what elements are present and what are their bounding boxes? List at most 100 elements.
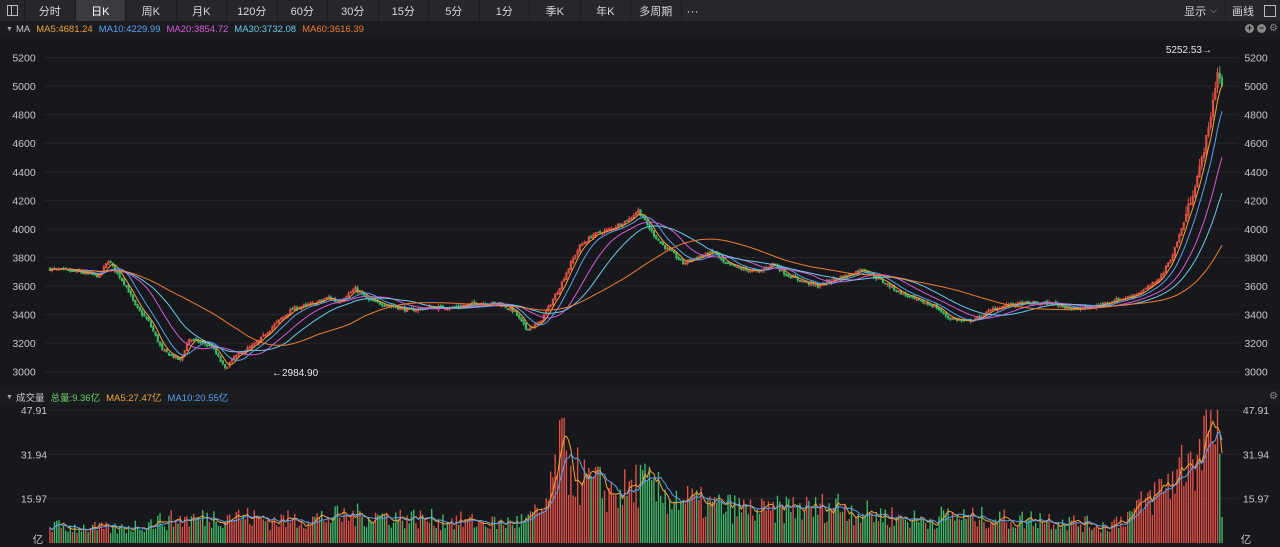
volume-bar [381,513,383,543]
price-chart[interactable]: 3000 3000 3200 3200 3400 3400 3600 3600 3800 3800… [0,37,1280,388]
collapse-triangle-icon[interactable]: ▼ [6,26,13,33]
volume-bar [58,520,60,543]
volume-bar [601,498,604,543]
volume-bar [148,522,150,543]
candle-body [506,308,510,311]
volume-bar [255,516,258,543]
volume-bar [875,514,877,543]
volume-bar [1100,532,1102,543]
volume-bar [720,500,723,543]
candle-body [673,250,676,254]
volume-bar [929,518,931,543]
volume-bar [668,499,671,543]
tab-period[interactable]: 60分 [278,0,328,21]
volume-bar [197,516,199,543]
volume-bar [981,506,983,543]
y-tick-right: 4400 [1244,167,1268,179]
candle-body [149,321,153,328]
gear-icon[interactable]: ⚙ [1269,392,1278,402]
tab-period[interactable]: 周K [126,0,177,21]
tab-period[interactable]: 年K [581,0,631,21]
chevron-down-icon[interactable]: ⌵ [1210,5,1217,16]
tab-period[interactable]: 30分 [328,0,379,21]
candle-body [304,303,308,306]
candle-body [670,249,674,252]
candle-body [291,308,294,311]
tab-period[interactable]: 1分 [480,0,530,21]
volume-bar [747,514,749,543]
volume-bar [311,516,314,543]
volume-bar [1140,491,1142,543]
volume-bar [653,477,655,543]
tab-period[interactable]: 多周期 [631,0,682,21]
volume-bar [273,516,276,543]
candle-body [740,267,743,270]
panel-toggle-icon[interactable] [1264,4,1276,17]
volume-bar [947,508,949,543]
volume-bar [154,528,157,543]
volume-bar [554,454,556,543]
volume-bar [936,527,938,543]
price-legend: ▼ MA MA5:4681.24 MA10:4229.99 MA20:3854.72… [0,21,1280,37]
candle-body [1063,306,1066,309]
candle-body [1218,72,1221,79]
volume-bar [534,504,536,543]
volume-bar [839,512,842,543]
volume-bar [170,510,172,543]
sidebar-toggle-icon[interactable] [0,0,25,21]
candle-body [861,269,864,272]
volume-bar [1216,410,1219,543]
volume-chart[interactable]: 47.91 47.91 31.94 31.94 15.97 15.97 亿 亿 [0,405,1280,547]
y-tick-left: 4800 [12,110,36,122]
volume-bar [621,505,624,543]
candle-body [657,239,660,241]
volume-bar [967,515,969,543]
candle-body [677,257,680,260]
tab-period[interactable]: 120分 [227,0,278,21]
tab-period[interactable]: 季K [530,0,581,21]
volume-bar [491,516,494,543]
volume-bar [794,518,797,543]
volume-bar [462,526,464,543]
volume-pane-controls: ⚙ [1269,392,1278,402]
collapse-triangle-icon[interactable]: ▼ [6,394,13,401]
y-tick-right: 15.97 [1243,494,1269,506]
y-tick-left: 3400 [12,310,36,322]
candle-body [598,231,602,234]
volume-bar [166,530,168,543]
volume-bar [439,530,442,543]
tab-period[interactable]: 月K [177,0,227,21]
volume-bar [448,524,451,543]
volume-bar [1135,500,1138,543]
candle-body [369,298,373,301]
draw-line-button[interactable]: 画线 [1225,0,1260,21]
volume-bar [1214,444,1216,543]
display-menu-button[interactable]: 显示 [1184,3,1210,19]
zoom-in-icon[interactable]: + [1245,24,1254,33]
volume-bar [776,495,779,543]
tab-period[interactable]: 5分 [429,0,480,21]
volume-bar [51,531,53,543]
volume-bar [103,528,105,543]
y-tick-left: 5000 [12,81,36,93]
volume-bar [615,495,617,543]
tab-period[interactable]: 日K [75,0,126,21]
volume-bar [1111,522,1113,543]
tab-period[interactable]: 15分 [379,0,429,21]
volume-bar [1196,454,1198,543]
volume-bar [841,511,844,543]
candle-body [655,235,658,240]
volume-bar [637,507,639,543]
volume-bar [882,522,884,543]
tab-period[interactable]: 分时 [25,0,76,21]
volume-bar [630,479,633,543]
candle-body [722,258,725,263]
volume-bar [635,464,637,543]
volume-bar [1167,473,1169,543]
volume-legend: ▼ 成交量 总量:9.36亿 MA5:27.47亿 MA10:20.55亿 ⚙ [0,389,1280,405]
candle-body [374,300,377,303]
gear-icon[interactable]: ⚙ [1269,24,1278,34]
zoom-out-icon[interactable]: − [1257,24,1266,33]
more-periods-icon[interactable]: ··· [682,0,704,21]
candle-body [215,348,218,354]
